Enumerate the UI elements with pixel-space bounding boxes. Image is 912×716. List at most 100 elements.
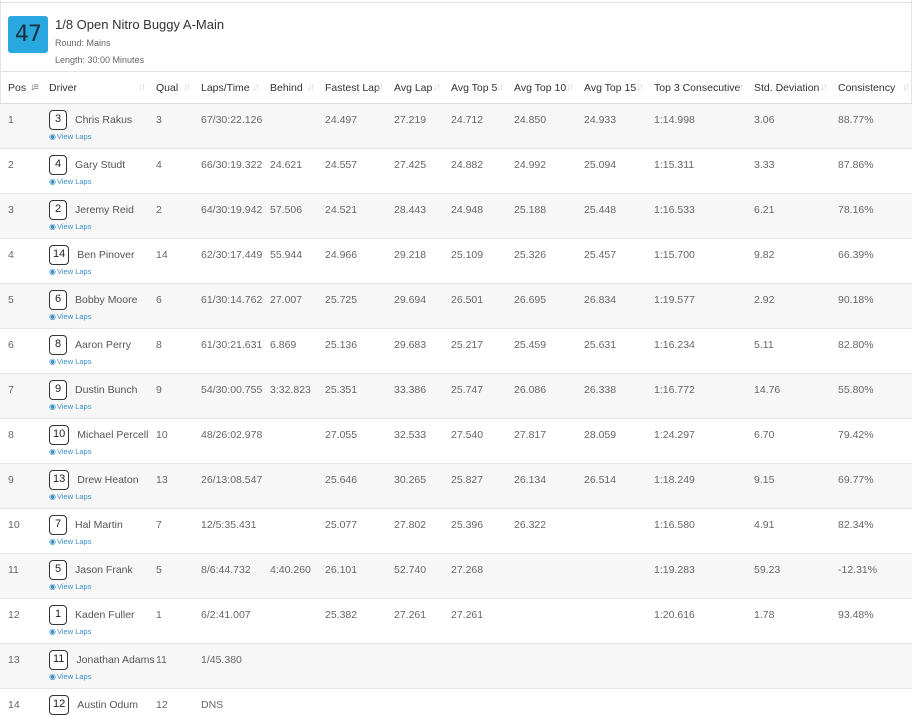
view-laps-link[interactable]: ◉View Laps [49,402,148,411]
cell-avg-top-15 [576,598,646,644]
cell-consistency: 82.80% [830,328,912,374]
view-laps-link[interactable]: ◉View Laps [49,492,148,501]
cell-avg-top-15: 25.448 [576,193,646,239]
column-header-behind[interactable]: Behind ↓↑ [262,73,317,104]
column-header-label: Driver [49,81,77,94]
column-header-avg-lap[interactable]: Avg Lap ↓↑ [386,73,443,104]
cell-avg-top-10: 25.188 [506,193,576,239]
cell-std-deviation [746,688,830,716]
view-laps-link[interactable]: ◉View Laps [49,627,148,636]
sort-icon[interactable]: ↓↑ [566,82,574,93]
cell-avg-lap: 27.261 [386,598,443,644]
cell-consistency: 82.34% [830,508,912,554]
cell-pos: 2 [0,148,41,194]
sort-icon[interactable]: ↓↑ [252,82,260,93]
view-laps-link[interactable]: ◉View Laps [49,357,148,366]
column-header-avg-top-10[interactable]: Avg Top 10 ↓↑ [506,73,576,104]
sort-icon[interactable]: ↓↑ [736,82,744,93]
cell-qual: 8 [148,328,193,374]
sort-icon[interactable]: ↓↑ [307,82,315,93]
view-laps-link[interactable]: ◉View Laps [49,177,148,186]
sort-icon[interactable]: ↓↑ [138,82,146,93]
driver-name: Jason Frank [75,563,133,576]
column-header-pos[interactable]: Pos ↓≡ [0,73,41,104]
cell-top-3-consecutive: 1:15.311 [646,148,746,194]
eye-icon: ◉ [49,581,56,591]
view-laps-link[interactable]: ◉View Laps [49,447,148,456]
sort-icon[interactable]: ↓↑ [636,82,644,93]
column-header-avg-top-5[interactable]: Avg Top 5 ↓↑ [443,73,506,104]
column-header-avg-top-15[interactable]: Avg Top 15 ↓↑ [576,73,646,104]
column-header-laps-time[interactable]: Laps/Time ↓↑ [193,73,262,104]
view-laps-link[interactable]: ◉View Laps [49,537,148,546]
table-row: 11 5 Jason Frank ◉View Laps 5 8/6:44.732 4:40.… [0,553,912,599]
cell-std-deviation: 6.21 [746,193,830,239]
cell-qual: 10 [148,418,193,464]
view-laps-link[interactable]: ◉View Laps [49,582,148,591]
race-round: Round: Mains [55,38,111,48]
cell-qual: 2 [148,193,193,239]
cell-laps-time: 26/13:08.547 [193,463,262,509]
column-header-std-deviation[interactable]: Std. Deviation ↓↑ [746,73,830,104]
sort-icon[interactable]: ↓↑ [433,82,441,93]
race-header: 47 1/8 Open Nitro Buggy A-Main Round: Ma… [0,4,912,72]
column-header-qual[interactable]: Qual ↓↑ [148,73,193,104]
table-row: 8 10 Michael Percell ◉View Laps 10 48/26:02.9… [0,418,912,464]
table-row: 12 1 Kaden Fuller ◉View Laps 1 6/2:41.007 25.3… [0,598,912,644]
eye-icon: ◉ [49,536,56,546]
cell-avg-lap: 27.425 [386,148,443,194]
column-header-driver[interactable]: Driver ↓↑ [41,73,148,104]
cell-std-deviation: 14.76 [746,373,830,419]
cell-behind [262,103,317,149]
top-divider [0,0,912,3]
table-row: 4 14 Ben Pinover ◉View Laps 14 62/30:17.449 55… [0,238,912,284]
cell-avg-lap [386,688,443,716]
sort-icon[interactable]: ↓↑ [902,82,910,93]
column-header-top-3-consecutive[interactable]: Top 3 Consecutive ↓↑ [646,73,746,104]
view-laps-link[interactable]: ◉View Laps [49,672,148,681]
sort-icon[interactable]: ↓↑ [183,82,191,93]
car-number-badge: 5 [49,559,67,580]
column-header-consistency[interactable]: Consistency ↓↑ [830,73,912,104]
cell-avg-top-10: 26.322 [506,508,576,554]
cell-avg-top-15: 25.631 [576,328,646,374]
view-laps-link[interactable]: ◉View Laps [49,267,148,276]
view-laps-link[interactable]: ◉View Laps [49,312,148,321]
driver-cell: 3 Chris Rakus ◉View Laps [41,103,148,149]
sort-icon[interactable]: ↓↑ [820,82,828,93]
car-number-badge: 3 [49,109,67,130]
column-header-label: Avg Top 15 [584,81,637,94]
cell-pos: 8 [0,418,41,464]
sort-icon[interactable]: ↓↑ [496,82,504,93]
cell-laps-time: 12/5:35.431 [193,508,262,554]
view-laps-label: View Laps [56,176,92,186]
race-number-badge: 47 [8,16,48,53]
driver-name: Hal Martin [75,518,123,531]
car-number-badge: 10 [49,424,70,445]
view-laps-link[interactable]: ◉View Laps [49,132,148,141]
cell-pos: 6 [0,328,41,374]
column-header-label: Avg Top 10 [514,81,567,94]
cell-pos: 14 [0,688,41,716]
car-number-badge: 1 [49,604,67,625]
car-number-badge: 4 [49,154,67,175]
view-laps-link[interactable]: ◉View Laps [49,222,148,231]
driver-cell: 12Austin Odum◉View Laps [41,688,148,716]
cell-qual: 12 [148,688,193,716]
eye-icon: ◉ [49,311,56,321]
column-header-label: Pos [8,81,27,94]
driver-name: Bobby Moore [75,293,138,306]
cell-behind [262,598,317,644]
cell-avg-top-5 [443,688,506,716]
cell-fastest-lap: 24.521 [317,193,386,239]
sort-icon[interactable]: ↓↑ [376,82,384,93]
table-row: 1 3 Chris Rakus ◉View Laps 3 67/30:22.126 24.4… [0,103,912,149]
cell-laps-time: 6/2:41.007 [193,598,262,644]
column-header-fastest-lap[interactable]: Fastest Lap ↓↑ [317,73,386,104]
cell-avg-lap: 28.443 [386,193,443,239]
cell-avg-lap: 30.265 [386,463,443,509]
cell-pos: 1 [0,103,41,149]
sort-ascending-icon[interactable]: ↓≡ [30,82,39,93]
cell-avg-top-10: 27.817 [506,418,576,464]
cell-avg-top-15 [576,508,646,554]
